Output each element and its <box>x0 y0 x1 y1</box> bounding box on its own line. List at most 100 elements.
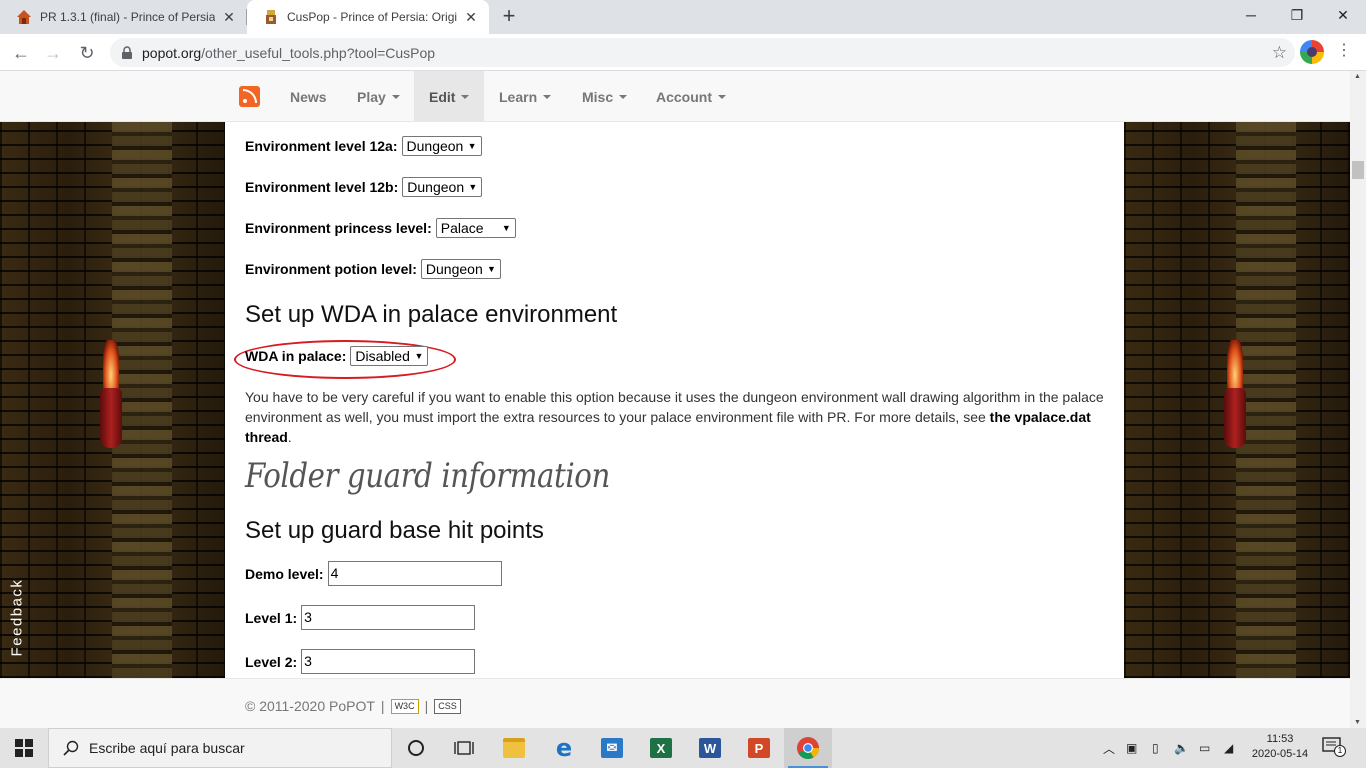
nav-learn[interactable]: Learn <box>484 71 566 122</box>
notification-center-icon[interactable]: 1 <box>1322 737 1346 759</box>
forward-icon[interactable]: → <box>40 40 66 66</box>
word-icon[interactable]: W <box>686 728 734 768</box>
nav-label: Misc <box>582 88 614 105</box>
page-viewport: News Play Edit Learn Misc Account Feedba… <box>0 71 1350 728</box>
hp-heading: Set up guard base hit points <box>245 517 544 544</box>
caret-down-icon <box>543 94 552 99</box>
search-placeholder: Escribe aquí para buscar <box>89 740 245 756</box>
field-label: Level 2: <box>245 653 298 670</box>
dungeon-wall-left <box>0 122 225 678</box>
env-12a-select[interactable]: Dungeon <box>401 136 482 156</box>
nav-edit[interactable]: Edit <box>414 71 484 122</box>
wda-note: You have to be very careful if you want … <box>245 389 1104 445</box>
clock-time: 11:53 <box>1266 733 1294 745</box>
windows-start-icon[interactable] <box>0 728 48 768</box>
taskbar-search[interactable]: Escribe aquí para buscar <box>48 728 392 768</box>
nav-misc[interactable]: Misc <box>567 71 642 122</box>
menu-kebab-icon[interactable]: ⋮ <box>1334 40 1354 64</box>
prince-favicon-icon <box>17 10 31 24</box>
url-host: popot.org <box>142 44 202 61</box>
feedback-label: Feedback <box>8 578 26 657</box>
page-footer: © 2011-2020 PoPOT | W3C | CSS <box>0 678 1350 728</box>
scroll-down-icon[interactable]: ▼ <box>1354 719 1361 726</box>
notification-count: 1 <box>1334 745 1346 757</box>
bookmark-star-icon[interactable]: ☆ <box>1272 43 1287 63</box>
url-path: /other_useful_tools.php?tool=CusPop <box>201 44 436 61</box>
wifi-icon[interactable]: ◢ <box>1224 728 1233 768</box>
address-bar[interactable]: popot.org/other_useful_tools.php?tool=Cu… <box>110 38 1295 67</box>
demo-level-input[interactable]: 4 <box>327 561 502 586</box>
site-navbar: News Play Edit Learn Misc Account <box>0 71 1350 122</box>
chrome-icon[interactable] <box>784 728 832 768</box>
field-label: Environment level 12a: <box>245 138 398 154</box>
css-badge-icon[interactable]: CSS <box>434 698 461 714</box>
scroll-thumb[interactable] <box>1352 161 1364 179</box>
page-scrollbar[interactable]: ▲ ▼ <box>1350 71 1366 728</box>
minimize-icon[interactable]: ─ <box>1228 0 1274 30</box>
close-tab-icon[interactable]: ✕ <box>463 9 479 25</box>
level-2-input[interactable]: 3 <box>301 649 476 674</box>
level-1-row: Level 1: 3 <box>245 605 476 630</box>
tray-app-icon[interactable]: ▣ <box>1126 728 1137 768</box>
clock-date: 2020-05-14 <box>1251 748 1309 760</box>
nav-label: Play <box>357 88 386 105</box>
nav-label: Account <box>656 88 712 105</box>
browser-tab-strip: PR 1.3.1 (final) - Prince of Persia ✕ Cu… <box>0 0 1366 34</box>
level-1-input[interactable]: 3 <box>301 605 476 630</box>
file-explorer-icon[interactable] <box>490 728 538 768</box>
usb-icon[interactable]: ▯ <box>1152 728 1159 768</box>
reload-icon[interactable]: ↻ <box>74 40 100 66</box>
battery-icon[interactable]: ▭ <box>1199 728 1210 768</box>
system-clock[interactable]: 11:53 2020-05-14 <box>1240 732 1320 762</box>
nav-account[interactable]: Account <box>641 71 741 122</box>
rss-icon[interactable] <box>239 86 260 107</box>
nav-play[interactable]: Play <box>342 71 415 122</box>
profile-avatar-icon[interactable] <box>1300 40 1324 64</box>
scroll-up-icon[interactable]: ▲ <box>1354 73 1361 80</box>
footer-separator: | <box>380 698 385 714</box>
caret-down-icon <box>461 94 470 99</box>
field-label: Environment princess level: <box>245 220 432 236</box>
env-potion-select[interactable]: Dungeon <box>420 259 501 279</box>
env-princess-row: Environment princess level: Palace <box>245 218 516 238</box>
tab-title: CusPop - Prince of Persia: Origina <box>287 10 457 24</box>
env-princess-select[interactable]: Palace <box>435 218 516 238</box>
task-view-icon[interactable] <box>440 728 488 768</box>
caret-down-icon <box>718 94 726 99</box>
w3c-badge-icon[interactable]: W3C <box>390 698 419 714</box>
back-icon[interactable]: ← <box>8 40 34 66</box>
field-label: Environment level 12b: <box>245 179 399 195</box>
volume-icon[interactable]: 🔈 <box>1174 728 1189 768</box>
env-potion-row: Environment potion level: Dungeon <box>245 259 501 279</box>
level-2-row: Level 2: 3 <box>245 649 476 674</box>
caret-down-icon <box>619 94 628 99</box>
powerpoint-icon[interactable]: P <box>735 728 783 768</box>
torch-icon <box>96 340 126 470</box>
dungeon-wall-right <box>1124 122 1350 678</box>
mail-icon[interactable]: ✉ <box>588 728 636 768</box>
env-12b-select[interactable]: Dungeon <box>402 177 483 197</box>
wda-heading: Set up WDA in palace environment <box>245 301 618 328</box>
close-tab-icon[interactable]: ✕ <box>221 9 237 25</box>
nav-label: Edit <box>429 88 456 105</box>
excel-icon[interactable]: X <box>637 728 685 768</box>
browser-toolbar: ← → ↻ popot.org/other_useful_tools.php?t… <box>0 34 1366 71</box>
close-window-icon[interactable]: ✕ <box>1320 0 1366 30</box>
browser-tab-1[interactable]: PR 1.3.1 (final) - Prince of Persia ✕ <box>0 0 247 34</box>
field-label: Environment potion level: <box>245 261 417 277</box>
main-content: Environment level 12a: Dungeon Environme… <box>225 122 1124 678</box>
browser-tab-2-active[interactable]: CusPop - Prince of Persia: Origina ✕ <box>247 0 489 34</box>
feedback-tab[interactable]: Feedback <box>2 571 32 671</box>
lock-icon <box>122 45 132 59</box>
restore-icon[interactable]: ❐ <box>1274 0 1320 30</box>
new-tab-button[interactable]: + <box>497 5 521 29</box>
nav-news[interactable]: News <box>275 71 342 122</box>
torch-icon <box>1220 340 1250 470</box>
wda-row: WDA in palace: Disabled <box>245 346 429 366</box>
field-label: Level 1: <box>245 609 298 626</box>
nav-label: News <box>290 88 327 105</box>
cortana-icon[interactable] <box>392 728 440 768</box>
wda-select[interactable]: Disabled <box>350 346 429 366</box>
edge-icon[interactable]: e <box>540 728 588 768</box>
tray-chevron-icon[interactable]: ︿ <box>1103 728 1115 768</box>
